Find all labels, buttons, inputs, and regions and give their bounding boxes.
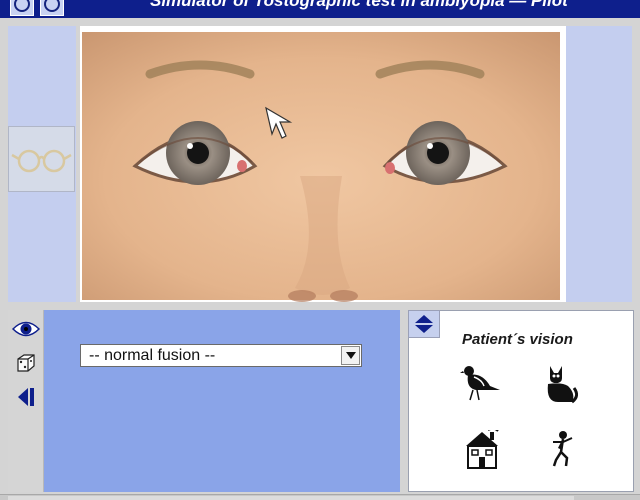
dice-icon — [17, 354, 35, 372]
select-dropdown-button[interactable] — [341, 346, 360, 365]
eye-button[interactable] — [8, 312, 44, 346]
running-man-icon — [552, 431, 573, 467]
chevron-down-icon — [345, 352, 356, 359]
step-back-icon — [18, 388, 34, 406]
eye-icon — [12, 321, 40, 337]
fusion-select-value: -- normal fusion -- — [89, 347, 216, 364]
house-icon — [466, 430, 499, 469]
viewer-right-strip — [566, 26, 632, 302]
control-panel — [44, 310, 400, 492]
fusion-select[interactable]: -- normal fusion -- — [80, 344, 362, 367]
cat-icon — [547, 366, 579, 404]
glasses-icon — [11, 149, 72, 173]
status-bar-field — [8, 496, 574, 500]
info-icon — [44, 0, 60, 12]
info-button-2[interactable] — [40, 0, 64, 16]
toggle-view-button[interactable] — [408, 310, 440, 338]
bird-icon — [460, 366, 500, 401]
info-button-1[interactable] — [10, 0, 34, 16]
window-title: Simulator of Tostographic test in amblyo… — [150, 0, 568, 10]
face-image — [80, 26, 566, 302]
step-back-button[interactable] — [8, 380, 44, 414]
patient-vision-title: Patient´s vision — [462, 331, 573, 348]
dice-button[interactable] — [8, 346, 44, 380]
info-icon — [14, 0, 30, 12]
expand-collapse-icon — [415, 315, 433, 333]
glasses-button[interactable] — [8, 126, 75, 192]
